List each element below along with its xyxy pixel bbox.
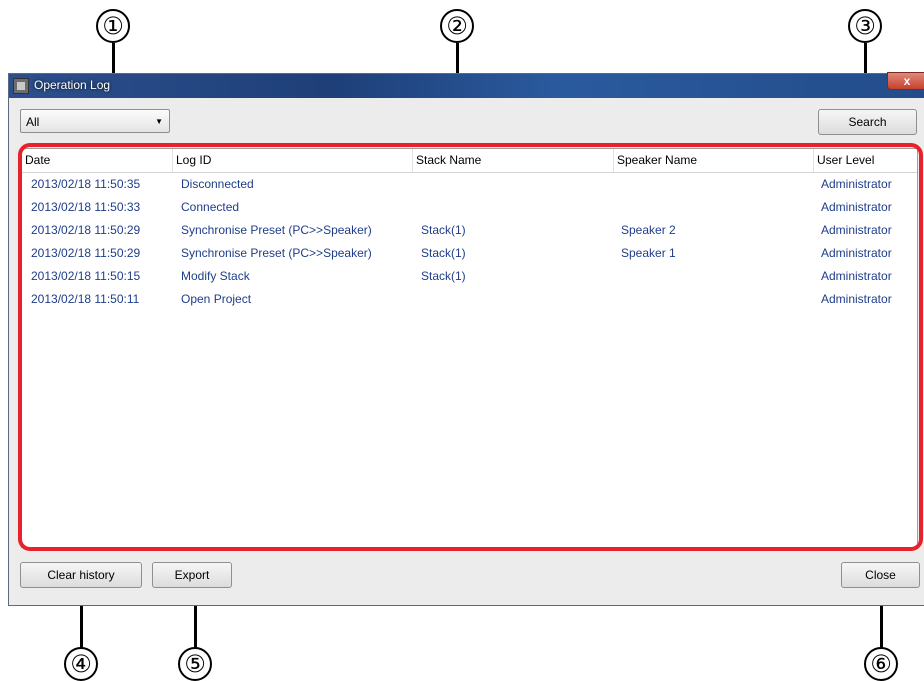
app-icon	[13, 78, 29, 94]
dropdown-arrow-icon: ▼	[155, 117, 163, 126]
callout-3: ③	[848, 9, 882, 43]
callout-2: ②	[440, 9, 474, 43]
callout-1: ①	[96, 9, 130, 43]
search-button[interactable]: Search	[818, 109, 917, 135]
list-highlight-frame	[18, 143, 923, 551]
callout-6: ⑥	[864, 647, 898, 681]
callout-4: ④	[64, 647, 98, 681]
window-close-icon[interactable]: x	[887, 72, 924, 90]
title-bar[interactable]: Operation Log x	[9, 72, 924, 98]
clear-history-button[interactable]: Clear history	[20, 562, 142, 588]
export-button[interactable]: Export	[152, 562, 232, 588]
window-title: Operation Log	[34, 78, 111, 92]
filter-dropdown[interactable]: All ▼	[20, 109, 170, 133]
close-button[interactable]: Close	[841, 562, 920, 588]
filter-selected-value: All	[26, 115, 40, 129]
callout-5: ⑤	[178, 647, 212, 681]
